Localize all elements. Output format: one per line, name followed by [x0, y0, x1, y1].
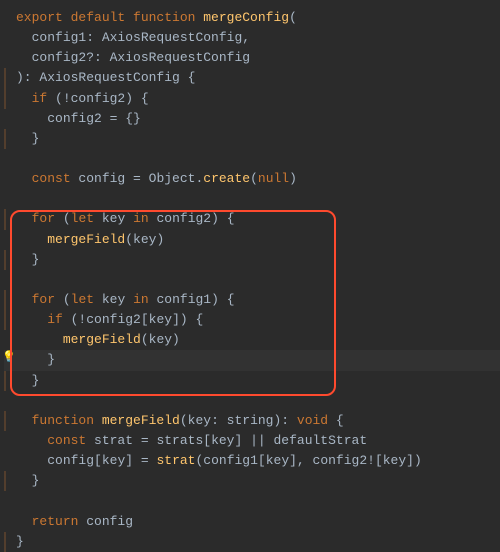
code-line: const config = Object.create(null) [4, 169, 500, 189]
code-line [4, 149, 500, 169]
code-line: export default function mergeConfig( [4, 8, 500, 28]
code-line: 💡 } [4, 350, 500, 370]
code-line [4, 189, 500, 209]
code-line: const strat = strats[key] || defaultStra… [4, 431, 500, 451]
code-line [4, 491, 500, 511]
code-line: config[key] = strat(config1[key], config… [4, 451, 500, 471]
code-line: mergeField(key) [4, 230, 500, 250]
code-line [4, 270, 500, 290]
code-line: if (!config2[key]) { [4, 310, 500, 330]
code-line: config2?: AxiosRequestConfig [4, 48, 500, 68]
code-line: function mergeField(key: string): void { [4, 411, 500, 431]
code-line: } [4, 250, 500, 270]
code-line: } [4, 371, 500, 391]
lightbulb-icon[interactable]: 💡 [2, 350, 14, 362]
code-line: config2 = {} [4, 109, 500, 129]
code-line: return config [4, 512, 500, 532]
code-line: for (let key in config2) { [4, 209, 500, 229]
code-line: for (let key in config1) { [4, 290, 500, 310]
code-line: } [4, 471, 500, 491]
code-line: if (!config2) { [4, 89, 500, 109]
code-editor: export default function mergeConfig( con… [4, 8, 500, 552]
code-line: config1: AxiosRequestConfig, [4, 28, 500, 48]
code-line: ): AxiosRequestConfig { [4, 68, 500, 88]
code-line: } [4, 129, 500, 149]
code-line: mergeField(key) [4, 330, 500, 350]
code-line [4, 391, 500, 411]
